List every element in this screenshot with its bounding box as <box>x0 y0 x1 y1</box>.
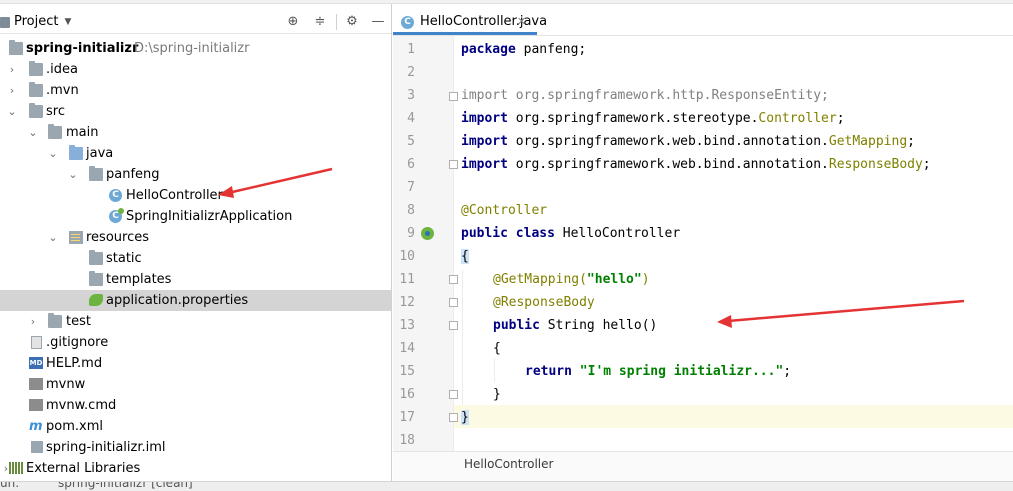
annotation-arrow-tree <box>218 167 333 198</box>
annotation-arrows <box>218 167 965 328</box>
annotation-arrow-code <box>717 299 965 328</box>
